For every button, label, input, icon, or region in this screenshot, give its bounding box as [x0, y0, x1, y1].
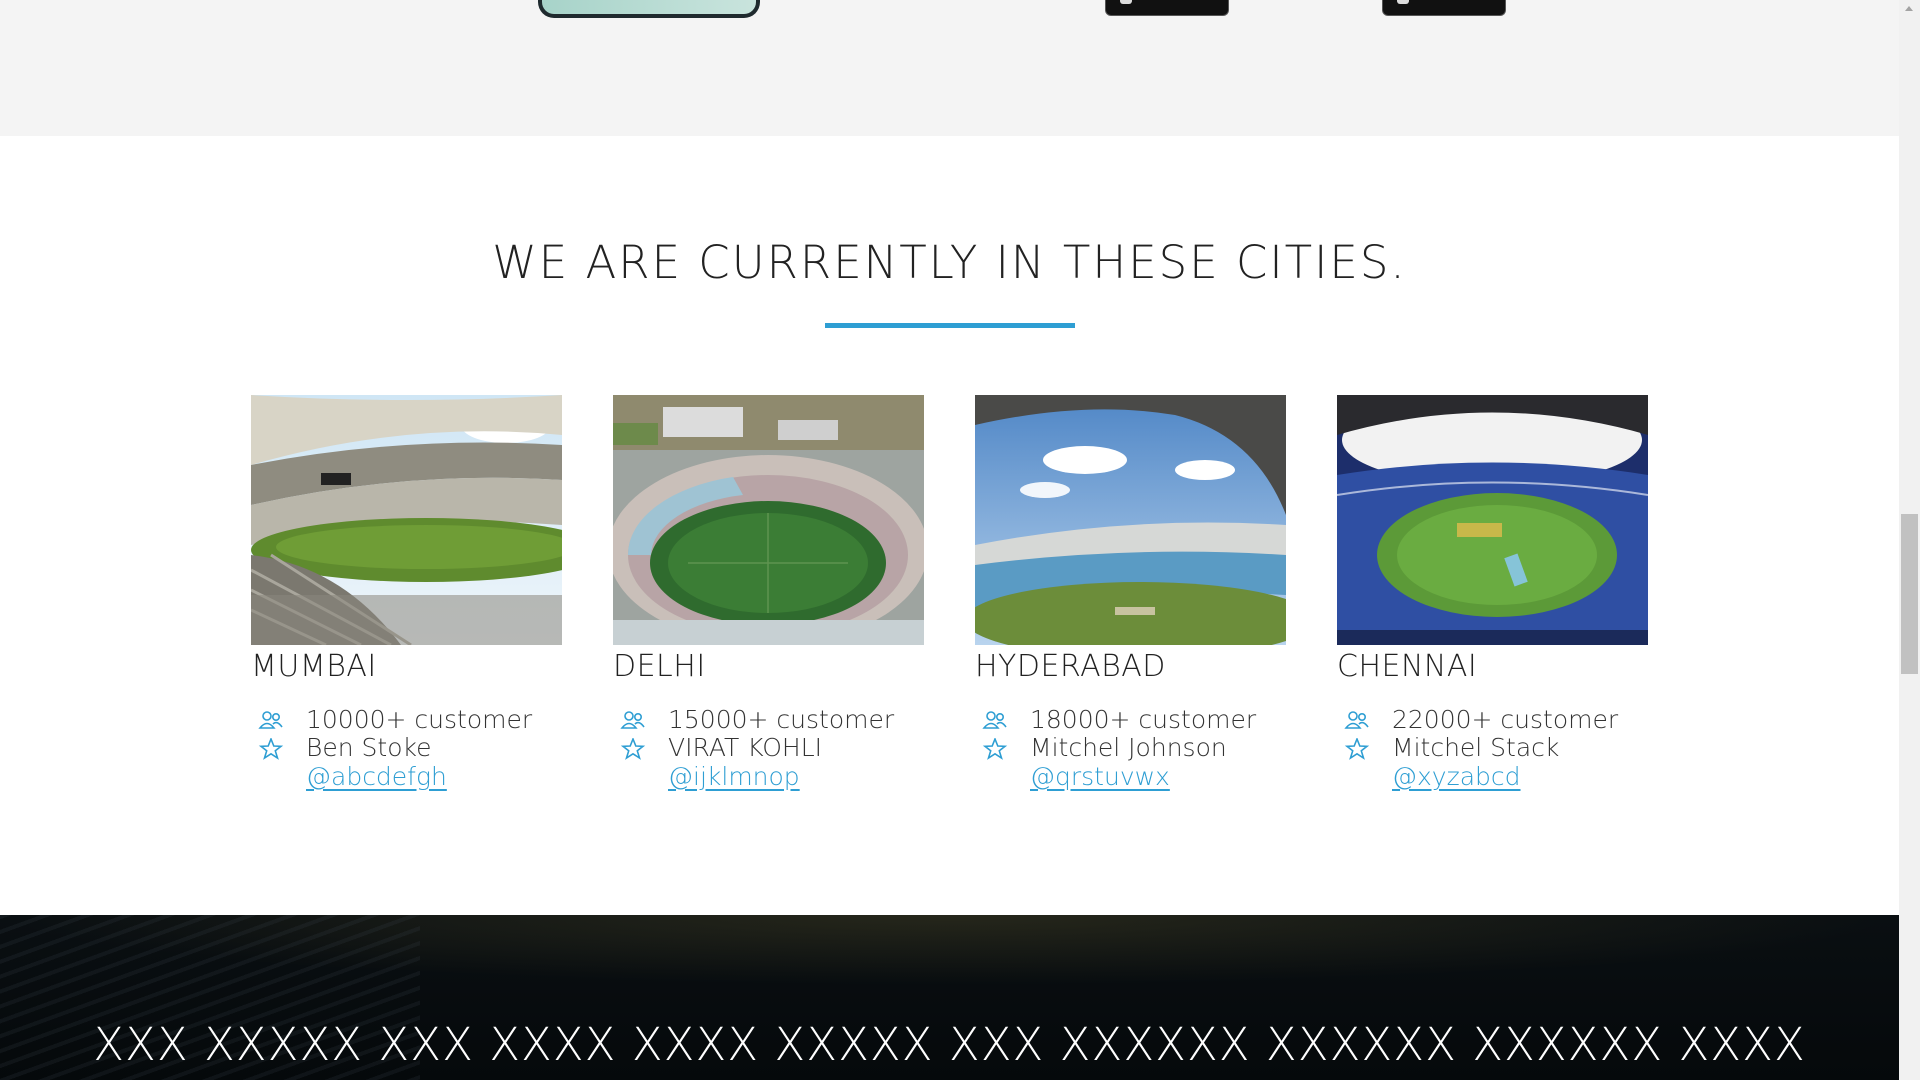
player-handle-link[interactable]: @qrstuvwx [1030, 762, 1170, 792]
player-name: VIRAT KOHLI [668, 733, 823, 762]
city-card-mumbai: MUMBAI 10000+ customer Ben Stoke @abcdef… [251, 395, 562, 792]
title-underline [825, 323, 1075, 328]
city-name: HYDERABAD [975, 649, 1166, 684]
city-stats: 22000+ customer Mitchel Stack @xyzabcd [1337, 706, 1648, 792]
users-icon [258, 711, 283, 729]
users-icon [620, 711, 645, 729]
star-icon [1344, 738, 1370, 760]
city-photo-chennai [1337, 395, 1648, 645]
customer-count-row: 18000+ customer [975, 706, 1286, 734]
page-scrollbar[interactable] [1899, 0, 1920, 1080]
player-row: Mitchel Johnson [975, 734, 1286, 762]
customer-count: 22000+ customer [1392, 705, 1619, 734]
customer-count-row: 10000+ customer [251, 706, 562, 734]
city-photo-mumbai [251, 395, 562, 645]
app-download-section [0, 0, 1899, 136]
city-photo-hyderabad [975, 395, 1286, 645]
city-card-chennai: CHENNAI 22000+ customer Mitchel Stack @x… [1337, 395, 1648, 792]
player-row: Mitchel Stack [1337, 734, 1648, 762]
customer-count: 10000+ customer [306, 705, 533, 734]
app-store-badge[interactable] [1105, 0, 1229, 16]
player-handle-link[interactable]: @xyzabcd [1392, 762, 1521, 792]
city-card-delhi: DELHI 15000+ customer VIRAT KOHLI @ijklm… [613, 395, 924, 792]
customer-count-row: 22000+ customer [1337, 706, 1648, 734]
scroll-up-arrow[interactable] [1899, 0, 1920, 17]
city-stats: 10000+ customer Ben Stoke @abcdefgh [251, 706, 562, 792]
city-photo-delhi [613, 395, 924, 645]
player-row: Ben Stoke [251, 734, 562, 762]
city-card-hyderabad: HYDERABAD 18000+ customer Mitchel Johnso… [975, 395, 1286, 792]
city-stats: 15000+ customer VIRAT KOHLI @ijklmnop [613, 706, 924, 792]
star-icon [982, 738, 1008, 760]
section-title: WE ARE CURRENTLY IN THESE CITIES. [492, 236, 1407, 289]
cities-section: WE ARE CURRENTLY IN THESE CITIES. MUMBAI… [0, 136, 1899, 915]
star-icon [258, 738, 284, 760]
scrollbar-thumb[interactable] [1901, 514, 1918, 674]
player-handle-link[interactable]: @ijklmnop [668, 762, 800, 792]
page: WE ARE CURRENTLY IN THESE CITIES. MUMBAI… [0, 0, 1899, 1080]
player-handle-link[interactable]: @abcdefgh [306, 762, 447, 792]
star-icon [620, 738, 646, 760]
phone-mockup [538, 0, 760, 18]
dark-banner: XXX XXXXX XXX XXXX XXXX XXXXX XXX XXXXXX… [0, 915, 1899, 1080]
users-icon [1344, 711, 1369, 729]
google-play-badge[interactable] [1382, 0, 1506, 16]
banner-heading: XXX XXXXX XXX XXXX XXXX XXXXX XXX XXXXXX… [93, 1018, 1806, 1071]
player-name: Mitchel Stack [1392, 733, 1560, 762]
player-name: Ben Stoke [306, 733, 432, 762]
customer-count-row: 15000+ customer [613, 706, 924, 734]
apple-icon [1120, 0, 1132, 4]
customer-count: 15000+ customer [668, 705, 895, 734]
player-name: Mitchel Johnson [1030, 733, 1227, 762]
play-icon [1397, 0, 1409, 4]
city-name: DELHI [613, 649, 706, 684]
customer-count: 18000+ customer [1030, 705, 1257, 734]
city-stats: 18000+ customer Mitchel Johnson @qrstuvw… [975, 706, 1286, 792]
city-name: CHENNAI [1337, 649, 1478, 684]
users-icon [982, 711, 1007, 729]
city-name: MUMBAI [251, 649, 377, 684]
player-row: VIRAT KOHLI [613, 734, 924, 762]
